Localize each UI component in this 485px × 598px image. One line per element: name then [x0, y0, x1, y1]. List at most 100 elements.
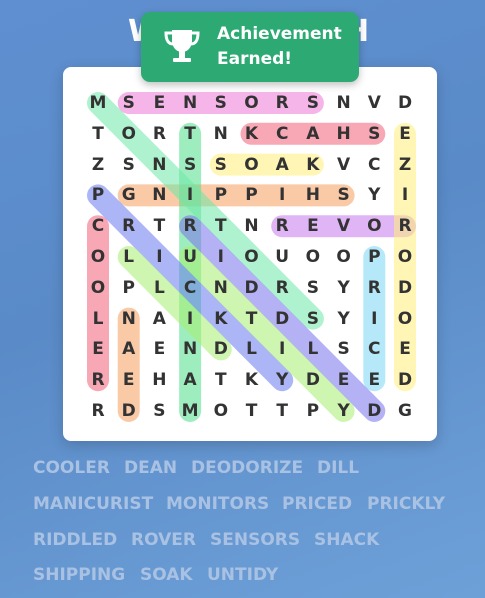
grid-cell[interactable]: I	[175, 180, 205, 210]
grid-cell[interactable]: D	[298, 365, 328, 395]
grid-cell[interactable]: H	[298, 180, 328, 210]
grid-cell[interactable]: D	[237, 273, 267, 303]
grid-cell[interactable]: I	[267, 180, 297, 210]
grid-cell[interactable]: A	[114, 334, 144, 364]
grid-cell[interactable]: S	[206, 88, 236, 118]
grid-cell[interactable]: N	[144, 180, 174, 210]
grid-cell[interactable]: R	[83, 396, 113, 426]
grid-cell[interactable]: O	[298, 242, 328, 272]
grid-cell[interactable]: Z	[83, 150, 113, 180]
grid-cell[interactable]: T	[175, 119, 205, 149]
grid-cell[interactable]: D	[390, 365, 420, 395]
grid-cell[interactable]: O	[237, 242, 267, 272]
grid-cell[interactable]: S	[175, 150, 205, 180]
grid-cell[interactable]: Z	[390, 150, 420, 180]
grid-cell[interactable]: E	[144, 88, 174, 118]
grid-cell[interactable]: N	[237, 211, 267, 241]
grid-cell[interactable]: H	[329, 119, 359, 149]
grid-cell[interactable]: E	[298, 211, 328, 241]
grid-cell[interactable]: M	[175, 396, 205, 426]
grid-cell[interactable]: E	[390, 334, 420, 364]
grid-cell[interactable]: D	[114, 396, 144, 426]
grid-cell[interactable]: G	[390, 396, 420, 426]
grid-cell[interactable]: R	[359, 273, 389, 303]
grid-cell[interactable]: A	[144, 304, 174, 334]
grid-cell[interactable]: O	[83, 242, 113, 272]
grid-cell[interactable]: D	[390, 88, 420, 118]
grid-cell[interactable]: P	[206, 180, 236, 210]
grid-cell[interactable]: D	[359, 396, 389, 426]
grid-cell[interactable]: A	[175, 365, 205, 395]
grid-cell[interactable]: O	[237, 150, 267, 180]
grid-cell[interactable]: E	[144, 334, 174, 364]
grid-cell[interactable]: O	[237, 88, 267, 118]
grid-cell[interactable]: D	[206, 334, 236, 364]
grid-cell[interactable]: I	[359, 304, 389, 334]
grid-cell[interactable]: A	[298, 119, 328, 149]
grid-cell[interactable]: T	[237, 396, 267, 426]
grid-cell[interactable]: C	[359, 150, 389, 180]
grid-cell[interactable]: H	[144, 365, 174, 395]
grid-cell[interactable]: K	[298, 150, 328, 180]
grid-cell[interactable]: P	[237, 180, 267, 210]
grid-cell[interactable]: V	[359, 88, 389, 118]
grid-cell[interactable]: P	[114, 273, 144, 303]
grid-cell[interactable]: Y	[329, 273, 359, 303]
grid-cell[interactable]: K	[237, 365, 267, 395]
grid-cell[interactable]: A	[267, 150, 297, 180]
grid-cell[interactable]: O	[114, 119, 144, 149]
grid-cell[interactable]: S	[298, 88, 328, 118]
grid-cell[interactable]: P	[359, 242, 389, 272]
grid-cell[interactable]: L	[83, 304, 113, 334]
grid-cell[interactable]: R	[390, 211, 420, 241]
grid-cell[interactable]: Y	[359, 180, 389, 210]
grid-cell[interactable]: N	[206, 119, 236, 149]
grid-cell[interactable]: R	[144, 119, 174, 149]
grid-cell[interactable]: K	[206, 304, 236, 334]
grid-cell[interactable]: P	[298, 396, 328, 426]
grid-cell[interactable]: N	[329, 88, 359, 118]
grid-cell[interactable]: L	[144, 273, 174, 303]
grid-cell[interactable]: I	[267, 334, 297, 364]
grid-cell[interactable]: E	[359, 365, 389, 395]
grid-cell[interactable]: Y	[267, 365, 297, 395]
grid-cell[interactable]: I	[144, 242, 174, 272]
grid-cell[interactable]: K	[237, 119, 267, 149]
grid-cell[interactable]: S	[329, 334, 359, 364]
grid-cell[interactable]: N	[206, 273, 236, 303]
grid-cell[interactable]: Y	[329, 396, 359, 426]
grid-cell[interactable]: S	[329, 180, 359, 210]
grid-cell[interactable]: D	[390, 273, 420, 303]
grid-cell[interactable]: T	[206, 365, 236, 395]
grid-cell[interactable]: D	[267, 304, 297, 334]
grid-cell[interactable]: L	[114, 242, 144, 272]
grid-cell[interactable]: N	[175, 334, 205, 364]
grid-cell[interactable]: L	[298, 334, 328, 364]
grid-cell[interactable]: T	[267, 396, 297, 426]
grid-cell[interactable]: C	[83, 211, 113, 241]
achievement-toast[interactable]: Achievement Earned!	[141, 12, 359, 82]
grid-cell[interactable]: S	[206, 150, 236, 180]
grid-cell[interactable]: N	[175, 88, 205, 118]
grid-cell[interactable]: I	[175, 304, 205, 334]
grid-cell[interactable]: T	[237, 304, 267, 334]
grid-cell[interactable]: E	[390, 119, 420, 149]
grid-cell[interactable]: V	[329, 211, 359, 241]
grid-cell[interactable]: S	[298, 304, 328, 334]
grid-cell[interactable]: L	[237, 334, 267, 364]
grid-cell[interactable]: S	[144, 396, 174, 426]
grid-cell[interactable]: S	[114, 150, 144, 180]
grid-cell[interactable]: C	[267, 119, 297, 149]
grid-cell[interactable]: I	[206, 242, 236, 272]
grid-cell[interactable]: S	[298, 273, 328, 303]
grid-cell[interactable]: O	[83, 273, 113, 303]
grid-cell[interactable]: O	[390, 304, 420, 334]
grid-cell[interactable]: T	[206, 211, 236, 241]
grid-cell[interactable]: C	[175, 273, 205, 303]
grid-cell[interactable]: M	[83, 88, 113, 118]
grid-cell[interactable]: T	[83, 119, 113, 149]
grid-cell[interactable]: O	[329, 242, 359, 272]
grid-cell[interactable]: P	[83, 180, 113, 210]
grid-cell[interactable]: U	[175, 242, 205, 272]
grid-cell[interactable]: O	[206, 396, 236, 426]
